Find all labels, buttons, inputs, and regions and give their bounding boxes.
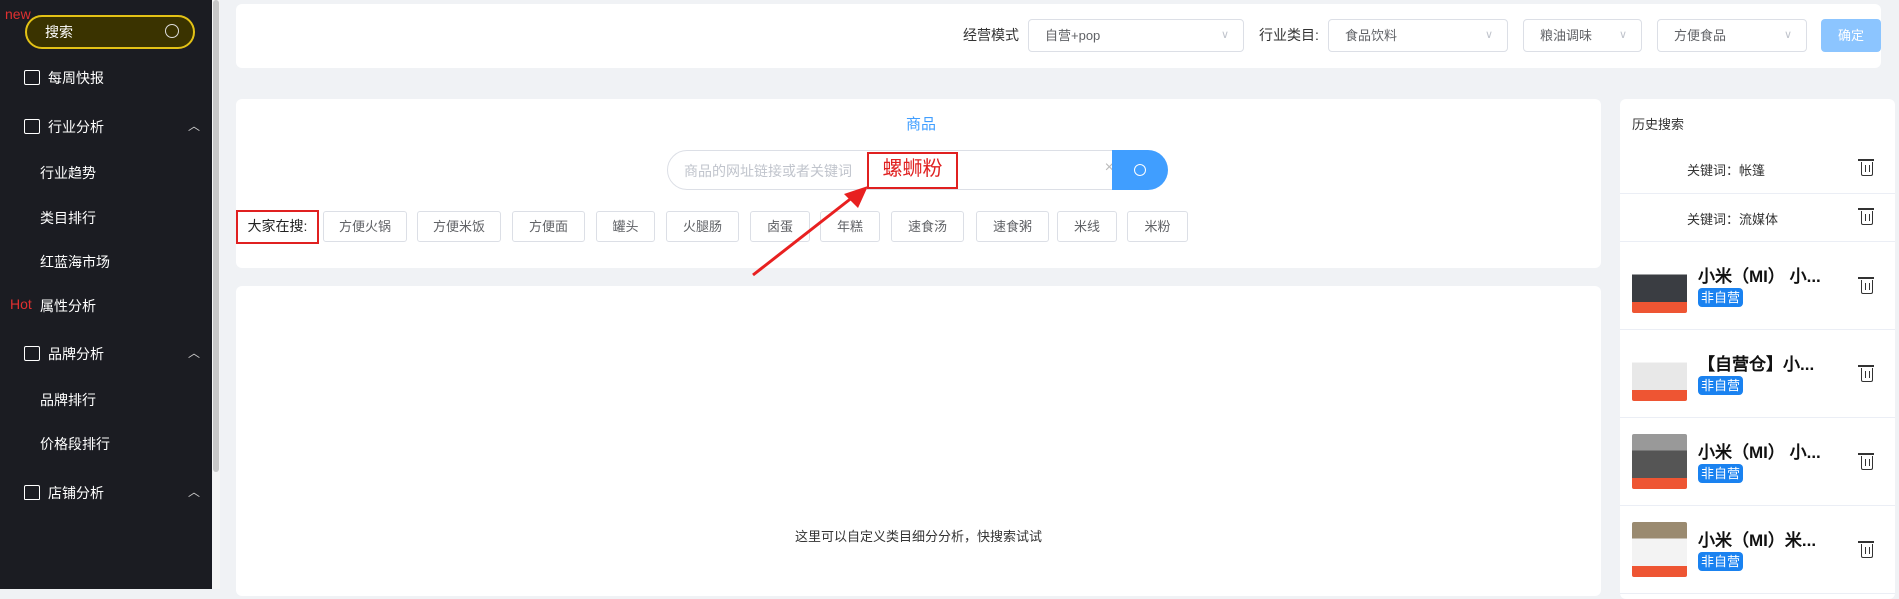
chevron-down-icon: ∨: [1220, 29, 1229, 41]
chevron-down-icon: ∨: [1618, 29, 1627, 41]
trash-icon[interactable]: [1858, 277, 1874, 294]
calendar-icon: [24, 70, 40, 85]
sidebar-item-label: 属性分析: [40, 298, 96, 314]
history-product-row[interactable]: 小米（MI）米... 非自营: [1620, 506, 1895, 594]
product-title: 【自营仓】小...: [1698, 355, 1815, 374]
presentation-chart-icon: [24, 119, 40, 134]
sidebar-item-label: 品牌分析: [48, 346, 104, 362]
sidebar-item-label: 价格段排行: [40, 436, 110, 452]
sidebar-item-attribute-analysis[interactable]: 属性分析: [0, 291, 212, 321]
hot-search-label: 大家在搜:: [236, 210, 319, 244]
non-self-operated-badge: 非自营: [1698, 288, 1744, 307]
history-keyword: 关键词：流媒体: [1687, 212, 1779, 227]
sidebar-item-brand-analysis[interactable]: 品牌分析 ︿: [0, 339, 212, 369]
tab-product[interactable]: 商品: [906, 113, 936, 134]
sidebar-scrollbar-thumb[interactable]: [213, 0, 219, 472]
trash-icon[interactable]: [1858, 453, 1874, 470]
trash-icon[interactable]: [1858, 159, 1874, 176]
product-title: 小米（MI）米...: [1698, 531, 1817, 550]
search-icon: [1134, 164, 1146, 176]
sidebar-item-weekly-report[interactable]: 每周快报: [0, 63, 212, 93]
history-product-row[interactable]: 【自营仓】小... 非自营: [1620, 330, 1895, 418]
confirm-button[interactable]: 确定: [1821, 19, 1881, 52]
category-select-1[interactable]: 食品饮料 ∨: [1328, 19, 1508, 52]
mode-value: 自营+pop: [1045, 28, 1101, 43]
product-title: 小米（MI） 小...: [1698, 443, 1821, 462]
search-button[interactable]: [1112, 150, 1168, 190]
monitor-icon: [24, 346, 40, 361]
category-select-3[interactable]: 方便食品 ∨: [1657, 19, 1807, 52]
category-value: 方便食品: [1674, 28, 1727, 43]
sidebar-item-label: 行业分析: [48, 119, 104, 135]
product-title: 小米（MI） 小...: [1698, 267, 1821, 286]
category-value: 食品饮料: [1345, 28, 1398, 43]
hot-search-tag[interactable]: 速食汤: [891, 211, 964, 242]
sidebar-item-industry-trend[interactable]: 行业趋势: [0, 158, 212, 188]
trash-icon[interactable]: [1858, 208, 1874, 225]
history-keyword-row[interactable]: 关键词：流媒体: [1620, 194, 1895, 242]
mode-label: 经营模式: [963, 27, 1019, 43]
hot-search-tag[interactable]: 方便面: [512, 211, 585, 242]
search-placeholder: 商品的网址链接或者关键词: [684, 163, 852, 179]
product-thumbnail: [1632, 258, 1687, 313]
category-select-2[interactable]: 粮油调味 ∨: [1523, 19, 1642, 52]
mode-select[interactable]: 自营+pop ∨: [1028, 19, 1244, 52]
product-thumbnail: [1632, 346, 1687, 401]
sidebar-item-store-analysis[interactable]: 店铺分析 ︿: [0, 478, 212, 508]
chevron-up-icon: ︿: [187, 485, 200, 499]
product-thumbnail: [1632, 522, 1687, 577]
chevron-down-icon: ∨: [1484, 29, 1493, 41]
history-title: 历史搜索: [1632, 117, 1685, 132]
home-icon: [24, 485, 40, 500]
chevron-up-icon: ︿: [187, 346, 200, 360]
new-badge: new: [5, 6, 31, 22]
history-product-row[interactable]: 小米（MI） 小... 非自营: [1620, 418, 1895, 506]
sidebar-item-label: 店铺分析: [48, 485, 104, 501]
trash-icon[interactable]: [1858, 541, 1874, 558]
sidebar-item-label: 类目排行: [40, 210, 96, 226]
sidebar-item-category-rank[interactable]: 类目排行: [0, 203, 212, 233]
hot-search-tag[interactable]: 火腿肠: [666, 211, 739, 242]
sidebar-item-red-blue-market[interactable]: 红蓝海市场: [0, 247, 212, 277]
hot-search-tag[interactable]: 米线: [1057, 211, 1117, 242]
non-self-operated-badge: 非自营: [1698, 376, 1744, 395]
sidebar-item-brand-rank[interactable]: 品牌排行: [0, 385, 212, 415]
hot-search-tag[interactable]: 米粉: [1127, 211, 1188, 242]
search-value: 螺蛳粉: [867, 152, 958, 189]
chevron-up-icon: ︿: [187, 119, 200, 133]
hot-search-tag[interactable]: 速食粥: [976, 211, 1049, 242]
history-keyword-row[interactable]: 关键词：帐篷: [1620, 145, 1895, 194]
chevron-down-icon: ∨: [1783, 29, 1792, 41]
non-self-operated-badge: 非自营: [1698, 464, 1744, 483]
sidebar-item-industry-analysis[interactable]: 行业分析 ︿: [0, 112, 212, 142]
sidebar-item-label: 红蓝海市场: [40, 254, 110, 270]
search-label: 搜索: [45, 24, 73, 40]
annotation-arrow: [752, 186, 868, 277]
history-product-row[interactable]: 小米（MI） 小... 非自营: [1620, 242, 1895, 330]
history-keyword: 关键词：帐篷: [1687, 163, 1766, 178]
sidebar-item-label: 品牌排行: [40, 392, 96, 408]
non-self-operated-badge: 非自营: [1698, 552, 1744, 571]
hot-search-tag[interactable]: 方便火锅: [323, 211, 407, 242]
sidebar-item-label: 行业趋势: [40, 165, 96, 181]
sidebar-item-price-rank[interactable]: 价格段排行: [0, 429, 212, 459]
result-card: [236, 286, 1601, 596]
category-value: 粮油调味: [1540, 28, 1593, 43]
empty-state-text: 这里可以自定义类目细分分析，快搜索试试: [794, 529, 1042, 544]
hot-search-tag[interactable]: 罐头: [596, 211, 655, 242]
sidebar-search-button[interactable]: 搜索: [25, 15, 195, 49]
search-icon: [165, 24, 179, 38]
trash-icon[interactable]: [1858, 365, 1874, 382]
sidebar-item-label: 每周快报: [48, 70, 104, 86]
product-thumbnail: [1632, 434, 1687, 489]
category-label: 行业类目:: [1259, 27, 1319, 43]
hot-search-tag[interactable]: 方便米饭: [417, 211, 501, 242]
